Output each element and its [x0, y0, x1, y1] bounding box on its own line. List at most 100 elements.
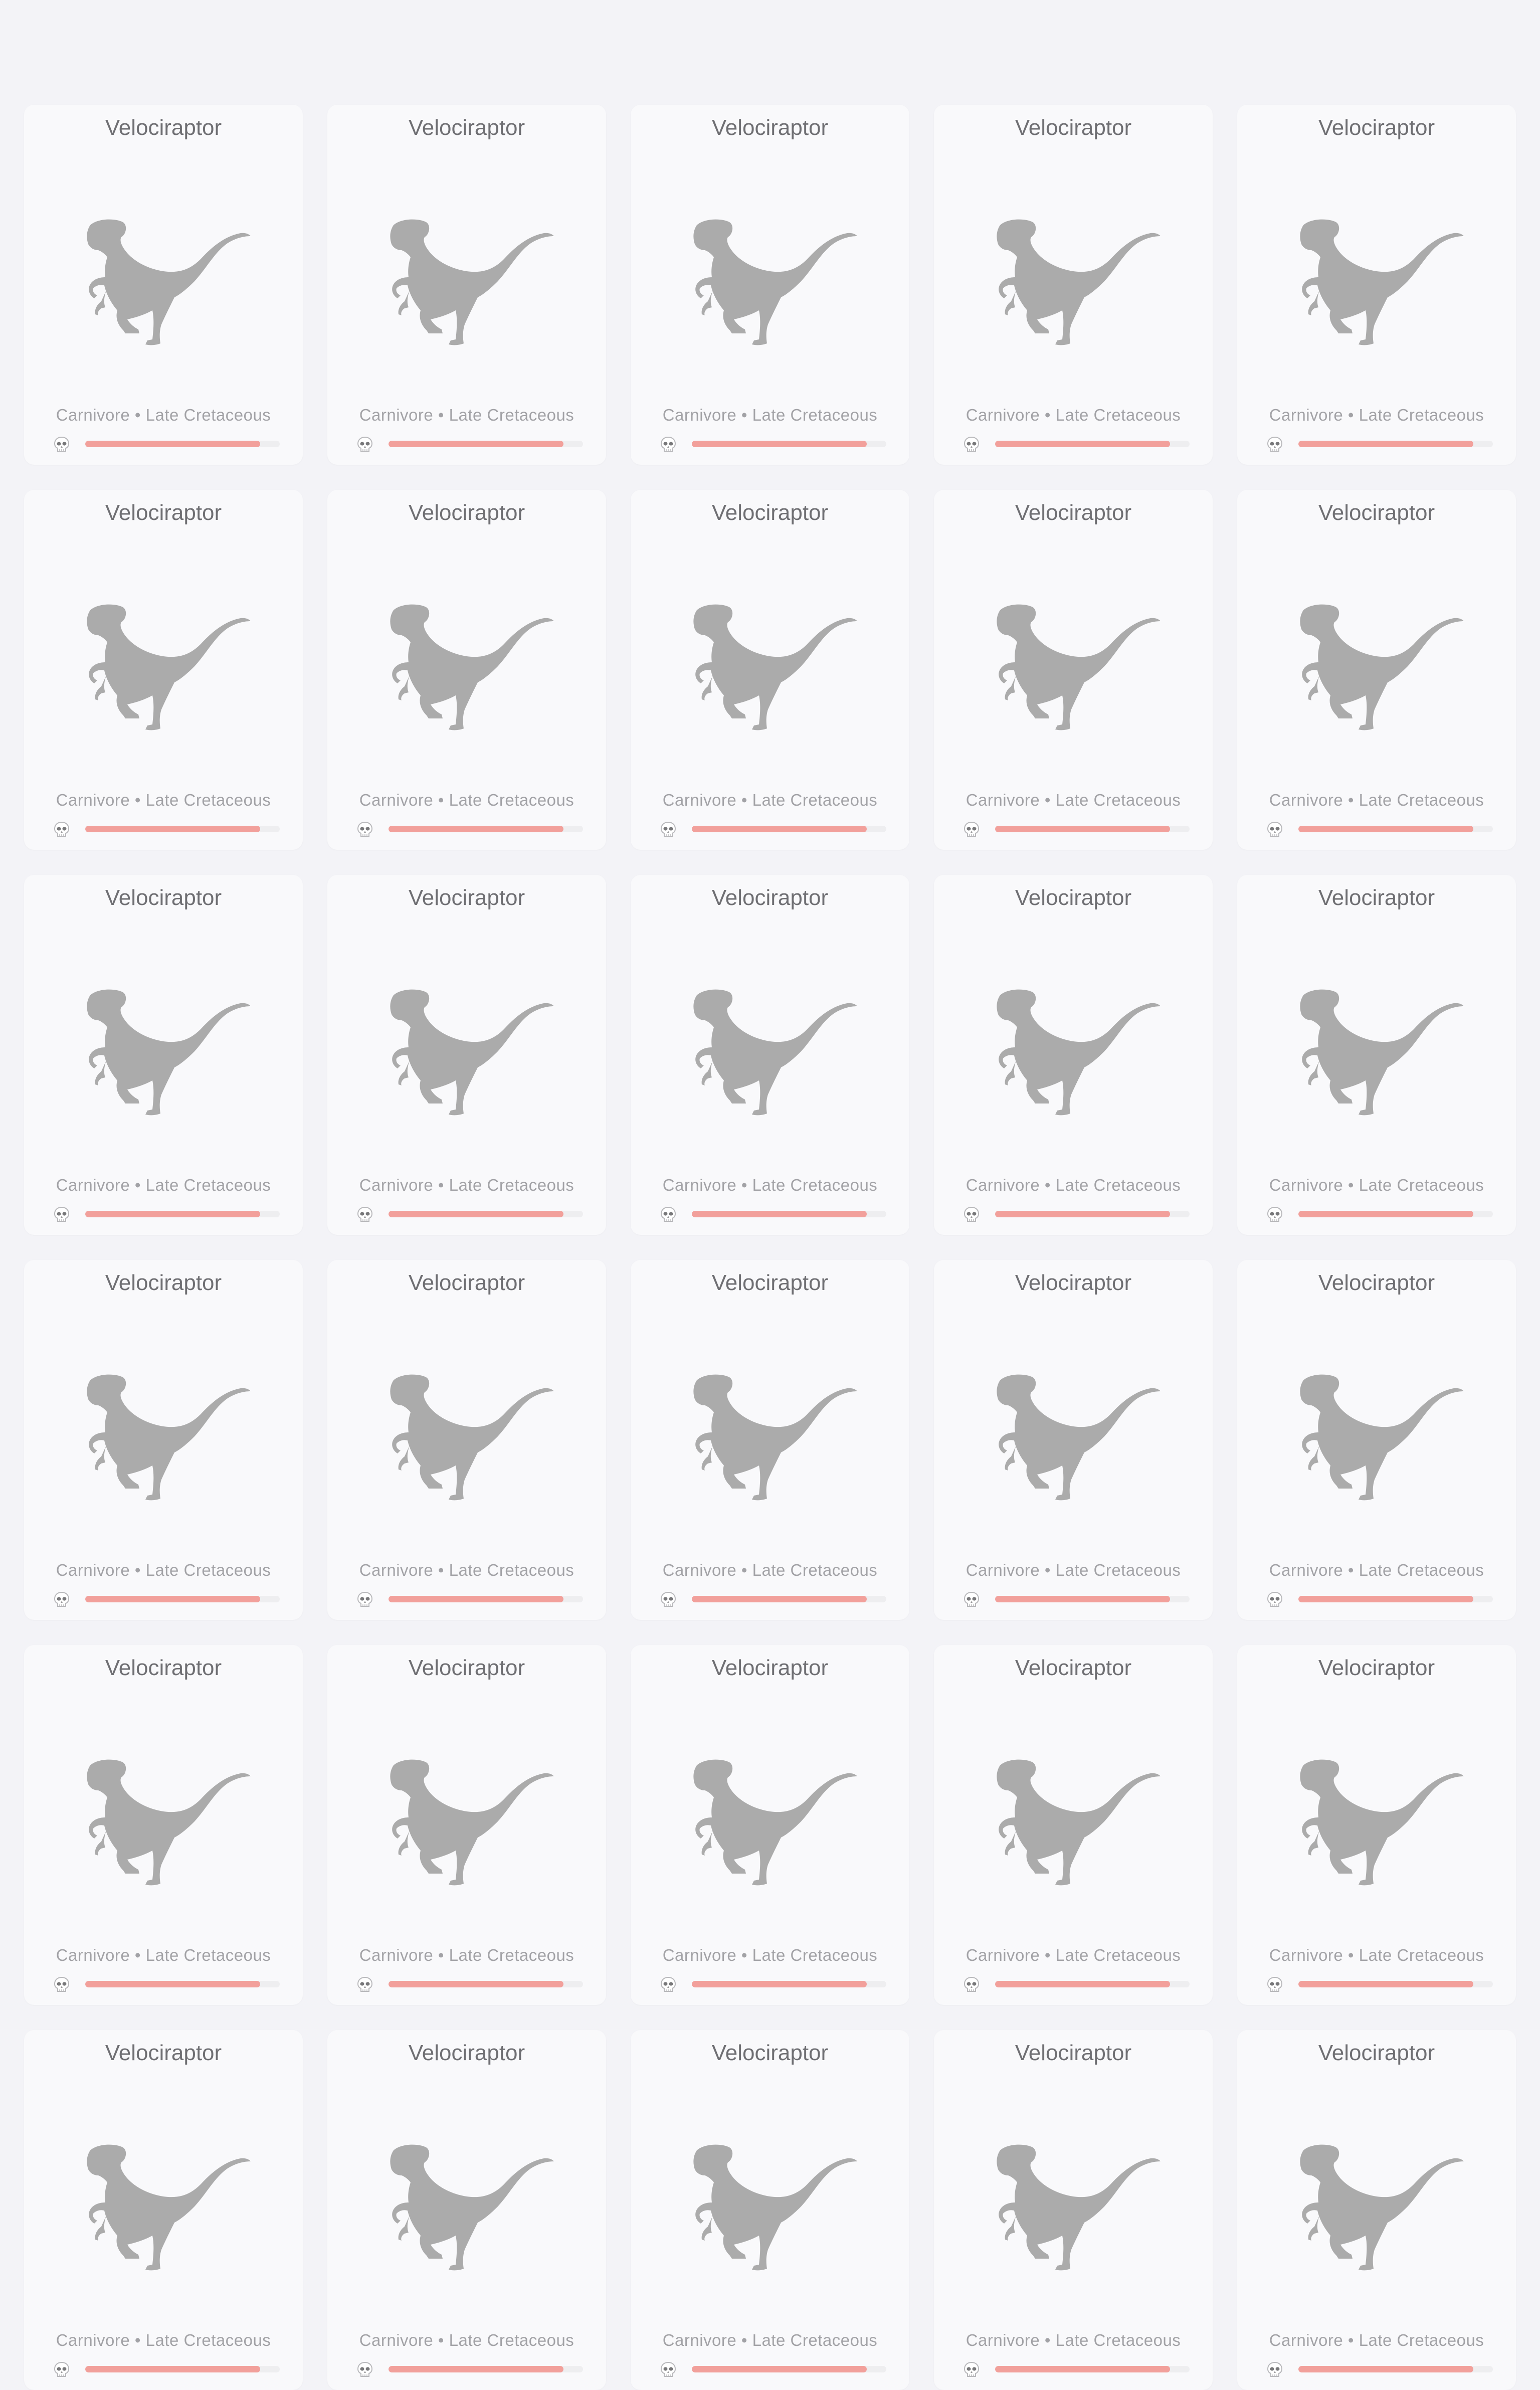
meta-separator: •	[438, 791, 444, 809]
dinosaur-card[interactable]: Velociraptor Carnivore • Late Cretaceous	[631, 105, 909, 465]
period-label: Late Cretaceous	[145, 1176, 271, 1194]
dinosaur-meta: Carnivore • Late Cretaceous	[24, 1559, 303, 1581]
dinosaur-card[interactable]: Velociraptor Carnivore • Late Cretaceous	[934, 105, 1213, 465]
dinosaur-card[interactable]: Velociraptor Carnivore • Late Cretaceous	[1237, 1260, 1516, 1620]
dinosaur-card[interactable]: Velociraptor Carnivore • Late Cretaceous	[327, 875, 606, 1235]
velociraptor-silhouette-icon	[985, 985, 1162, 1117]
diet-label: Carnivore	[966, 1946, 1040, 1964]
period-label: Late Cretaceous	[145, 1946, 271, 1964]
dinosaur-card[interactable]: Velociraptor Carnivore • Late Cretaceous	[934, 875, 1213, 1235]
meta-separator: •	[134, 2331, 141, 2349]
diet-label: Carnivore	[56, 406, 130, 424]
meta-separator: •	[741, 406, 747, 424]
meta-separator: •	[1044, 1946, 1051, 1964]
skull-icon	[356, 1976, 374, 1994]
skull-icon	[963, 1206, 981, 1224]
period-label: Late Cretaceous	[145, 1561, 271, 1579]
dinosaur-meta: Carnivore • Late Cretaceous	[1237, 1944, 1516, 1966]
danger-bar-fill	[692, 441, 867, 447]
skull-icon	[1266, 821, 1284, 839]
dinosaur-name: Velociraptor	[105, 885, 222, 910]
meta-separator: •	[438, 1561, 444, 1579]
dinosaur-card[interactable]: Velociraptor Carnivore • Late Cretaceous	[631, 1260, 909, 1620]
danger-bar	[389, 826, 583, 832]
velociraptor-silhouette-icon	[985, 1755, 1162, 1887]
skull-icon	[659, 1591, 677, 1609]
dinosaur-card[interactable]: Velociraptor Carnivore • Late Cretaceous	[1237, 490, 1516, 850]
dinosaur-card[interactable]: Velociraptor Carnivore • Late Cretaceous	[631, 1645, 909, 2005]
dinosaur-card[interactable]: Velociraptor Carnivore • Late Cretaceous	[327, 2030, 606, 2390]
dinosaur-card[interactable]: Velociraptor Carnivore • Late Cretaceous	[934, 1260, 1213, 1620]
period-label: Late Cretaceous	[752, 1176, 878, 1194]
meta-separator: •	[1044, 1176, 1051, 1194]
dinosaur-meta: Carnivore • Late Cretaceous	[1237, 789, 1516, 811]
dinosaur-meta: Carnivore • Late Cretaceous	[934, 1944, 1213, 1966]
velociraptor-silhouette-icon	[1288, 1370, 1465, 1502]
danger-bar-fill	[995, 826, 1171, 832]
velociraptor-silhouette-icon	[378, 600, 555, 731]
period-label: Late Cretaceous	[449, 791, 574, 809]
dinosaur-card[interactable]: Velociraptor Carnivore • Late Cretaceous	[24, 1260, 303, 1620]
dinosaur-card[interactable]: Velociraptor Carnivore • Late Cretaceous	[631, 875, 909, 1235]
danger-bar-fill	[389, 1981, 564, 1987]
dinosaur-meta: Carnivore • Late Cretaceous	[327, 1559, 606, 1581]
danger-bar-fill	[692, 1981, 867, 1987]
skull-icon	[963, 1591, 981, 1609]
dinosaur-card[interactable]: Velociraptor Carnivore • Late Cretaceous	[327, 105, 606, 465]
dinosaur-card[interactable]: Velociraptor Carnivore • Late Cretaceous	[934, 2030, 1213, 2390]
velociraptor-silhouette-icon	[682, 215, 858, 346]
period-label: Late Cretaceous	[1359, 1561, 1484, 1579]
meta-separator: •	[1044, 791, 1051, 809]
dinosaur-card[interactable]: Velociraptor Carnivore • Late Cretaceous	[1237, 875, 1516, 1235]
velociraptor-silhouette-icon	[75, 215, 252, 346]
dinosaur-card[interactable]: Velociraptor Carnivore • Late Cretaceous	[24, 2030, 303, 2390]
dinosaur-card[interactable]: Velociraptor Carnivore • Late Cretaceous	[631, 490, 909, 850]
period-label: Late Cretaceous	[752, 791, 878, 809]
dinosaur-card[interactable]: Velociraptor Carnivore • Late Cretaceous	[934, 490, 1213, 850]
skull-icon	[659, 436, 677, 454]
dinosaur-card[interactable]: Velociraptor Carnivore • Late Cretaceous	[1237, 2030, 1516, 2390]
velociraptor-silhouette-icon	[75, 600, 252, 731]
dinosaur-card[interactable]: Velociraptor Carnivore • Late Cretaceous	[327, 1260, 606, 1620]
diet-label: Carnivore	[56, 2331, 130, 2349]
meta-separator: •	[438, 1946, 444, 1964]
dinosaur-card[interactable]: Velociraptor Carnivore • Late Cretaceous	[327, 1645, 606, 2005]
dinosaur-card[interactable]: Velociraptor Carnivore • Late Cretaceous	[24, 875, 303, 1235]
danger-bar-fill	[389, 1596, 564, 1602]
dinosaur-card[interactable]: Velociraptor Carnivore • Late Cretaceous	[1237, 1645, 1516, 2005]
period-label: Late Cretaceous	[1359, 1946, 1484, 1964]
dinosaur-card[interactable]: Velociraptor Carnivore • Late Cretaceous	[1237, 105, 1516, 465]
meta-separator: •	[134, 1946, 141, 1964]
diet-label: Carnivore	[1269, 406, 1343, 424]
meta-separator: •	[1044, 1561, 1051, 1579]
period-label: Late Cretaceous	[449, 1561, 574, 1579]
velociraptor-silhouette-icon	[75, 985, 252, 1117]
diet-label: Carnivore	[1269, 1561, 1343, 1579]
diet-label: Carnivore	[966, 1561, 1040, 1579]
dinosaur-name: Velociraptor	[711, 2041, 829, 2065]
dinosaur-name: Velociraptor	[711, 115, 829, 140]
danger-bar-fill	[389, 1211, 564, 1217]
dinosaur-card[interactable]: Velociraptor Carnivore • Late Cretaceous	[327, 490, 606, 850]
dinosaur-meta: Carnivore • Late Cretaceous	[934, 404, 1213, 426]
dinosaur-card[interactable]: Velociraptor Carnivore • Late Cretaceous	[24, 1645, 303, 2005]
velociraptor-silhouette-icon	[1288, 1755, 1465, 1887]
dinosaur-card[interactable]: Velociraptor Carnivore • Late Cretaceous	[934, 1645, 1213, 2005]
danger-bar	[995, 826, 1190, 832]
danger-bar-fill	[85, 2366, 261, 2372]
dinosaur-card[interactable]: Velociraptor Carnivore • Late Cretaceous	[24, 490, 303, 850]
dinosaur-meta: Carnivore • Late Cretaceous	[327, 404, 606, 426]
danger-bar	[1298, 826, 1493, 832]
velociraptor-silhouette-icon	[682, 1370, 858, 1502]
dinosaur-card[interactable]: Velociraptor Carnivore • Late Cretaceous	[24, 105, 303, 465]
meta-separator: •	[438, 2331, 444, 2349]
meta-separator: •	[134, 406, 141, 424]
period-label: Late Cretaceous	[1055, 1176, 1181, 1194]
dinosaur-name: Velociraptor	[711, 1656, 829, 1680]
period-label: Late Cretaceous	[145, 406, 271, 424]
danger-bar	[389, 1981, 583, 1987]
dinosaur-card[interactable]: Velociraptor Carnivore • Late Cretaceous	[631, 2030, 909, 2390]
velociraptor-silhouette-icon	[378, 1755, 555, 1887]
diet-label: Carnivore	[966, 2331, 1040, 2349]
period-label: Late Cretaceous	[449, 1176, 574, 1194]
